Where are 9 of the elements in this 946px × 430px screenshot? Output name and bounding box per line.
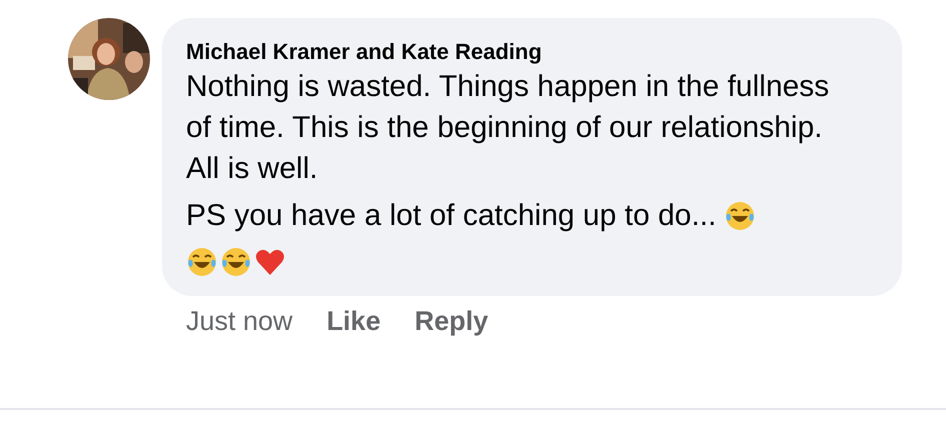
timestamp: Just now	[186, 306, 293, 337]
author-name[interactable]: Michael Kramer and Kate Reading	[186, 38, 878, 66]
comment-text: PS you have a lot of catching up to do...	[186, 198, 716, 234]
comment-text: Nothing is wasted. Things happen in the fullness of time. This is the beginning of our relationship. All is well.	[186, 69, 830, 187]
action-link[interactable]: Reply	[414, 306, 488, 337]
laughing-emoji-icon	[186, 246, 218, 278]
action-link[interactable]: Like	[326, 306, 381, 337]
laughing-emoji-icon	[220, 246, 252, 278]
laughing-emoji-icon	[724, 200, 756, 232]
